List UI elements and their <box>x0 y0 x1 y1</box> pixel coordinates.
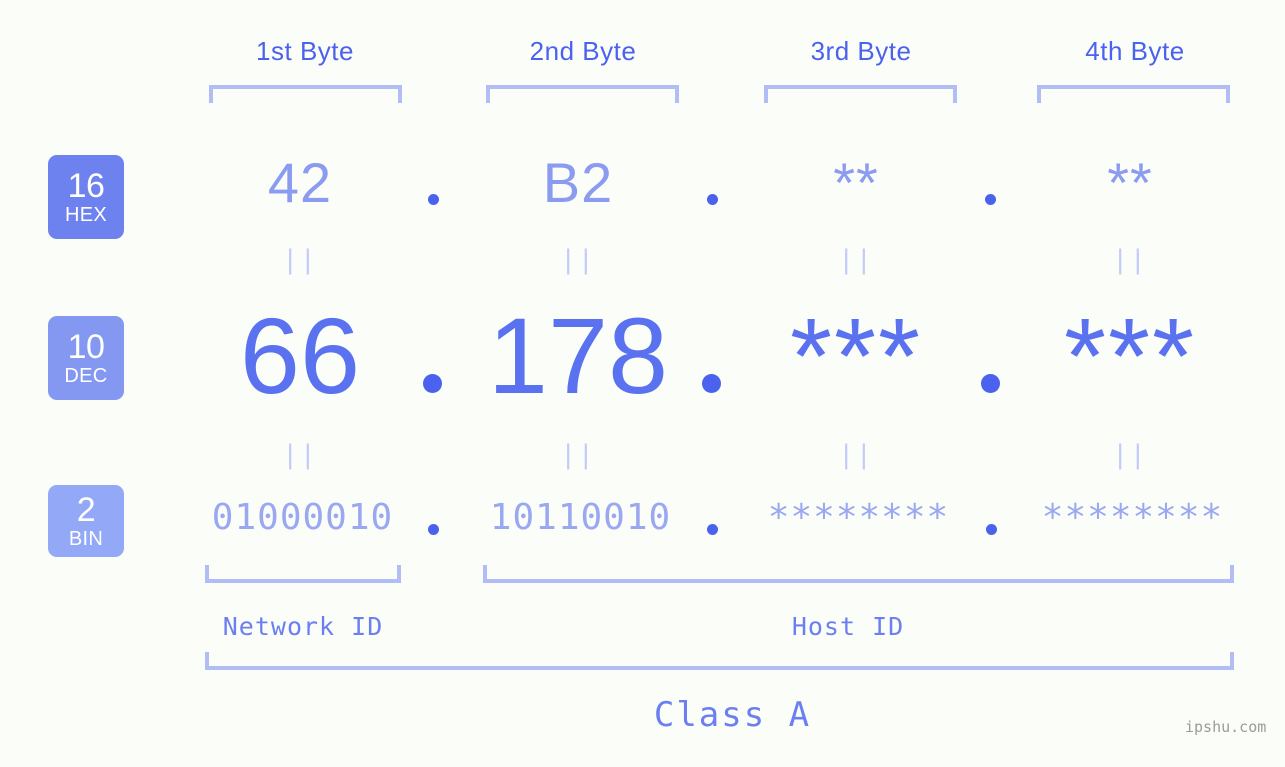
radix-badge-dec-number: 10 <box>67 328 105 366</box>
equivalence-mark-hex-dec-3: || <box>838 245 874 275</box>
dec-separator-dot-2 <box>702 374 721 393</box>
hex-value-byte-2: B2 <box>542 151 614 214</box>
equivalence-mark-dec-bin-1: || <box>282 440 318 470</box>
byte-header-label-4: 4th Byte <box>1085 36 1185 66</box>
dec-separator-dot-3 <box>981 374 1000 393</box>
class-bracket <box>205 652 1234 670</box>
hex-separator-dot-2 <box>707 194 718 205</box>
equivalence-mark-hex-dec-1: || <box>282 245 318 275</box>
class-label: Class A <box>653 695 812 735</box>
dec-value-byte-2: 178 <box>487 295 669 416</box>
byte-header-label-3: 3rd Byte <box>810 36 912 66</box>
bin-value-byte-3: ******** <box>767 497 950 538</box>
radix-badge-bin-name: BIN <box>68 528 104 550</box>
network-id-label: Network ID <box>222 612 384 641</box>
hex-separator-dot-1 <box>428 194 439 205</box>
hex-separator-dot-3 <box>985 194 996 205</box>
dec-value-byte-1: 66 <box>239 295 361 416</box>
equivalence-mark-dec-bin-3: || <box>838 440 874 470</box>
hex-value-byte-3: ** <box>833 151 879 214</box>
radix-badge-hex-name: HEX <box>64 204 108 226</box>
equivalence-mark-hex-dec-4: || <box>1112 245 1148 275</box>
radix-badge-hex: 16 HEX <box>48 155 124 239</box>
network-id-bracket <box>205 565 401 583</box>
bin-separator-dot-1 <box>428 524 439 535</box>
dec-value-byte-4: *** <box>1063 295 1197 416</box>
host-id-bracket <box>483 565 1234 583</box>
dec-value-byte-3: *** <box>789 295 923 416</box>
bin-value-byte-2: 10110010 <box>489 497 672 538</box>
byte-bracket-top-4 <box>1037 85 1230 103</box>
equivalence-mark-dec-bin-4: || <box>1112 440 1148 470</box>
bin-value-byte-1: 01000010 <box>211 497 394 538</box>
host-id-label: Host ID <box>791 612 905 641</box>
bin-value-byte-4: ******** <box>1041 497 1224 538</box>
dec-separator-dot-1 <box>423 374 442 393</box>
radix-badge-dec: 10 DEC <box>48 316 124 400</box>
byte-header-label-2: 2nd Byte <box>529 36 637 66</box>
hex-value-byte-4: ** <box>1107 151 1153 214</box>
byte-bracket-top-1 <box>209 85 402 103</box>
bin-separator-dot-3 <box>986 524 997 535</box>
radix-badge-bin: 2 BIN <box>48 485 124 557</box>
byte-bracket-top-3 <box>764 85 957 103</box>
site-watermark: ipshu.com <box>1185 718 1267 736</box>
byte-bracket-top-2 <box>486 85 679 103</box>
bin-separator-dot-2 <box>707 524 718 535</box>
radix-badge-dec-name: DEC <box>64 365 108 387</box>
ip-address-breakdown-diagram: 1st Byte 2nd Byte 3rd Byte 4th Byte 16 H… <box>0 0 1285 767</box>
radix-badge-hex-number: 16 <box>67 167 105 205</box>
byte-header-label-1: 1st Byte <box>256 36 354 66</box>
equivalence-mark-hex-dec-2: || <box>560 245 596 275</box>
equivalence-mark-dec-bin-2: || <box>560 440 596 470</box>
hex-value-byte-1: 42 <box>267 151 333 214</box>
radix-badge-bin-number: 2 <box>76 491 96 529</box>
